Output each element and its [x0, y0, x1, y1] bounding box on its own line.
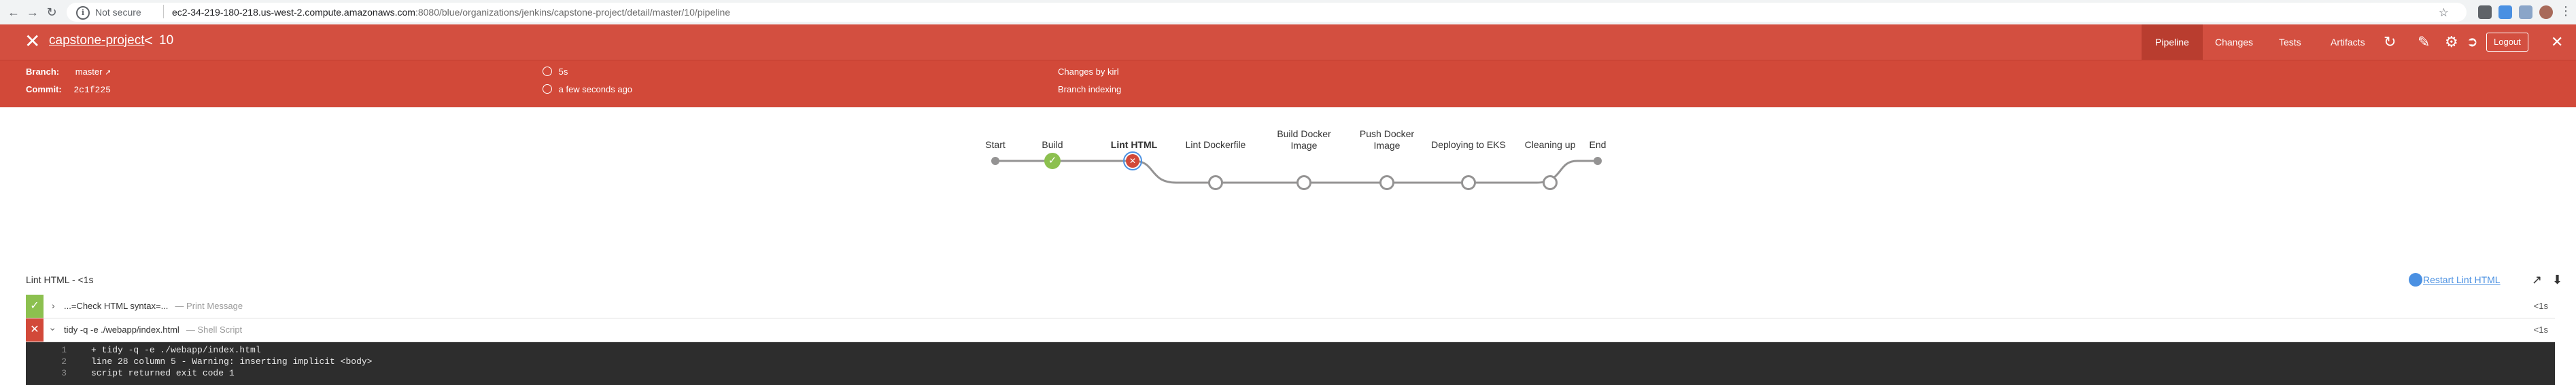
stage-lint-dockerfile-label[interactable]: Lint Dockerfile	[1175, 139, 1256, 151]
cause-text: Branch indexing	[1058, 84, 1122, 94]
extension-icon-3[interactable]	[2519, 5, 2532, 19]
line-number: 2	[61, 356, 67, 367]
stage-end-node	[1594, 157, 1602, 165]
address-bar[interactable]: i Not secure ec2-34-219-180-218.us-west-…	[67, 3, 2467, 22]
step-command: tidy -q -e ./webapp/index.html	[64, 325, 179, 335]
profile-avatar[interactable]	[2539, 5, 2553, 19]
close-icon[interactable]: ✕	[24, 31, 40, 52]
restart-stage-link[interactable]: Restart Lint HTML	[2423, 274, 2501, 285]
line-number: 3	[61, 368, 67, 378]
line-text: line 28 column 5 - Warning: inserting im…	[91, 356, 373, 367]
forward-icon[interactable]: →	[24, 4, 41, 20]
url-path: :8080/blue/organizations/jenkins/capston…	[415, 7, 731, 18]
log-title: Lint HTML - <1s	[26, 274, 94, 285]
time-row: a few seconds ago	[543, 84, 632, 94]
commit-hash: 2c1f225	[73, 85, 111, 95]
stage-build-docker-image-label[interactable]: Build Docker Image	[1263, 128, 1345, 151]
stage-start-node	[991, 157, 999, 165]
line-number: 1	[61, 345, 67, 355]
url-divider	[163, 5, 164, 18]
changes-text: Changes by kirl	[1058, 67, 1119, 77]
stage-build-label[interactable]: Build	[1025, 139, 1080, 151]
step-name: ...=Check HTML syntax=... — Print Message	[64, 301, 243, 311]
edit-icon[interactable]: ✎	[2418, 34, 2430, 50]
bookmark-star-icon[interactable]: ☆	[2439, 6, 2449, 20]
line-text: + tidy -q -e ./webapp/index.html	[91, 345, 261, 355]
stage-end-label: End	[1589, 139, 1607, 150]
log-step[interactable]: ✓ › ...=Check HTML syntax=... — Print Mes…	[26, 295, 2555, 318]
line-text: script returned exit code 1	[91, 368, 235, 378]
not-secure-label: Not secure	[95, 7, 141, 18]
gear-icon[interactable]: ⚙	[2445, 34, 2458, 50]
console-line: 2 line 28 column 5 - Warning: inserting i…	[26, 356, 372, 367]
browser-menu-icon[interactable]: ⋮	[2560, 4, 2572, 18]
info-icon[interactable]: i	[76, 6, 90, 20]
duration-row: 5s	[543, 67, 568, 77]
step-command: ...=Check HTML syntax=...	[64, 301, 169, 311]
time-ago: a few seconds ago	[558, 84, 633, 94]
step-type: — Shell Script	[186, 325, 243, 335]
close-run-icon[interactable]: ✕	[2551, 34, 2563, 50]
step-type: — Print Message	[175, 301, 243, 311]
clock-icon	[543, 84, 552, 94]
url-host: ec2-34-219-180-218.us-west-2.compute.ama…	[172, 7, 415, 18]
stage-lint-dockerfile-node[interactable]	[1208, 175, 1223, 190]
pipeline-graph: Start Build ✓ Lint HTML ✕ Lint Dockerfil…	[952, 126, 1632, 200]
success-icon: ✓	[26, 295, 44, 318]
stage-lint-html-failed-icon[interactable]: ✕	[1126, 154, 1139, 168]
run-header: ✕ capstone-project < 10 Pipeline Changes…	[0, 24, 2576, 107]
browser-toolbar: ← → ↻ i Not secure ec2-34-219-180-218.us…	[0, 0, 2576, 25]
step-duration: <1s	[2533, 325, 2548, 335]
console-line: 1 + tidy -q -e ./webapp/index.html	[26, 345, 261, 356]
extension-icon-2[interactable]	[2498, 5, 2512, 19]
tab-changes[interactable]: Changes	[2201, 24, 2267, 60]
logout-button[interactable]: Logout	[2486, 33, 2528, 52]
step-duration: <1s	[2533, 301, 2548, 311]
branch-row: Branch: master ↗	[26, 67, 111, 77]
stage-start-label: Start	[985, 139, 1006, 150]
project-link[interactable]: capstone-project	[49, 33, 144, 48]
reload-icon[interactable]: ↻	[44, 4, 60, 20]
chevron-right-icon[interactable]: ›	[52, 300, 55, 311]
console-output: 1 + tidy -q -e ./webapp/index.html 2 line …	[26, 342, 2555, 385]
branch-link[interactable]: master	[75, 67, 103, 77]
download-icon[interactable]: ⬇	[2552, 273, 2562, 287]
url-text[interactable]: ec2-34-219-180-218.us-west-2.compute.ama…	[172, 7, 730, 18]
stage-lint-html-label[interactable]: Lint HTML	[1100, 139, 1168, 151]
commit-row: Commit: 2c1f225	[26, 84, 111, 95]
tab-artifacts[interactable]: Artifacts	[2317, 24, 2379, 60]
open-new-window-icon[interactable]: ↗	[2532, 273, 2542, 287]
tab-tests[interactable]: Tests	[2265, 24, 2315, 60]
tab-pipeline[interactable]: Pipeline	[2142, 24, 2203, 60]
stage-build-docker-image-node[interactable]	[1296, 175, 1311, 190]
rerun-icon[interactable]: ↻	[2384, 34, 2396, 50]
run-number: 10	[159, 33, 174, 48]
chevron-down-icon[interactable]: ›	[48, 328, 58, 331]
chevron-icon: <	[144, 32, 153, 49]
stage-push-docker-image-label[interactable]: Push Docker Image	[1346, 128, 1428, 151]
duration-value: 5s	[558, 67, 568, 77]
failed-icon: ✕	[26, 318, 44, 342]
branch-label: Branch:	[26, 67, 60, 77]
stage-deploying-node[interactable]	[1461, 175, 1476, 190]
console-line: 3 script returned exit code 1	[26, 368, 235, 379]
commit-label: Commit:	[26, 84, 62, 94]
extension-icon[interactable]	[2478, 5, 2492, 19]
log-step[interactable]: ✕ › tidy -q -e ./webapp/index.html — Shel…	[26, 318, 2555, 342]
back-icon[interactable]: ←	[5, 4, 22, 20]
timer-icon	[543, 67, 552, 76]
stage-cleaning-up-node[interactable]	[1543, 175, 1558, 190]
run-header-top: ✕ capstone-project < 10 Pipeline Changes…	[0, 24, 2576, 60]
step-name: tidy -q -e ./webapp/index.html — Shell Sc…	[64, 325, 242, 335]
restart-icon[interactable]	[2409, 273, 2422, 287]
stage-deploying-label[interactable]: Deploying to EKS	[1421, 139, 1516, 151]
external-link-icon[interactable]: ↗	[105, 69, 111, 77]
stage-build-success-icon[interactable]: ✓	[1044, 153, 1061, 169]
exit-icon[interactable]: ➲	[2467, 34, 2478, 50]
stage-push-docker-image-node[interactable]	[1379, 175, 1394, 190]
